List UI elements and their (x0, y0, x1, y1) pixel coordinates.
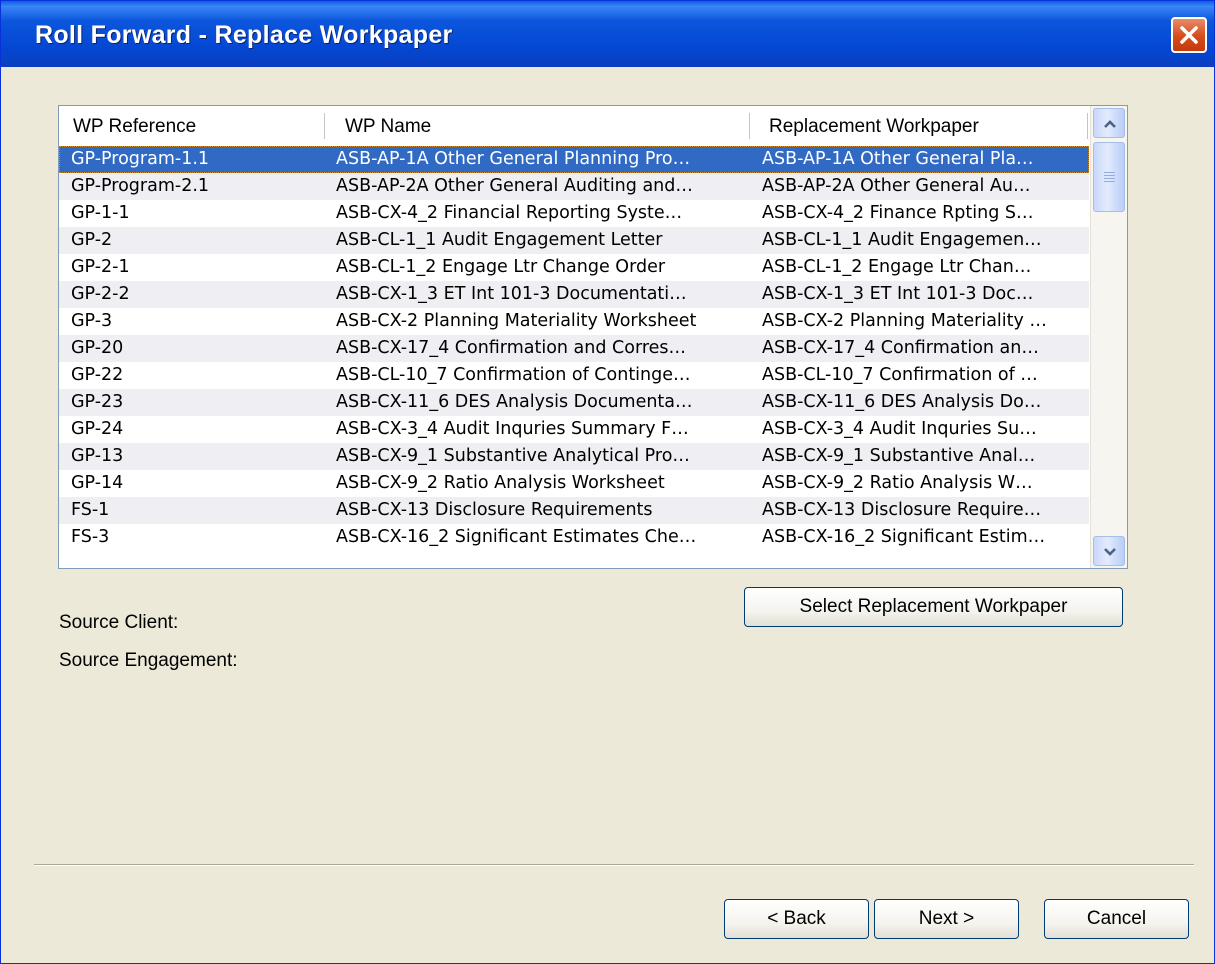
column-divider[interactable] (1087, 113, 1088, 139)
cell-replacement-workpaper: ASB-CX-1_3 ET Int 101-3 Doc… (762, 284, 1034, 304)
next-button[interactable]: Next > (874, 899, 1019, 939)
cell-wp-name: ASB-CX-16_2 Significant Estimates Che… (336, 527, 697, 547)
grip-line (1104, 178, 1115, 179)
dialog-window: Roll Forward - Replace Workpaper WP Refe… (0, 0, 1215, 964)
cell-wp-reference: GP-Program-1.1 (71, 149, 210, 169)
cell-replacement-workpaper: ASB-CL-10_7 Confirmation of … (762, 365, 1038, 385)
table-row[interactable]: GP-20 ASB-CX-17_4 Confirmation and Corre… (59, 335, 1089, 362)
cell-wp-reference: GP-22 (71, 365, 124, 385)
cell-wp-reference: GP-3 (71, 311, 113, 331)
cell-replacement-workpaper: ASB-CX-9_2 Ratio Analysis W… (762, 473, 1033, 493)
table-row[interactable]: GP-2 ASB-CL-1_1 Audit Engagement Letter … (59, 227, 1089, 254)
table-row[interactable]: GP-1-1 ASB-CX-4_2 Financial Reporting Sy… (59, 200, 1089, 227)
cell-wp-name: ASB-CX-3_4 Audit Inquries Summary F… (336, 419, 689, 439)
scroll-up-button[interactable] (1093, 108, 1125, 138)
table-row[interactable]: GP-Program-2.1 ASB-AP-2A Other General A… (59, 173, 1089, 200)
cell-wp-reference: GP-24 (71, 419, 124, 439)
cell-replacement-workpaper: ASB-CX-16_2 Significant Estim… (762, 527, 1046, 547)
scroll-down-button[interactable] (1093, 536, 1125, 566)
column-divider[interactable] (749, 113, 750, 139)
cell-wp-reference: GP-13 (71, 446, 124, 466)
column-header-wp-reference[interactable]: WP Reference (73, 106, 196, 146)
chevron-up-icon (1104, 120, 1116, 128)
back-button[interactable]: < Back (724, 899, 869, 939)
cell-replacement-workpaper: ASB-CX-13 Disclosure Require… (762, 500, 1042, 520)
cell-replacement-workpaper: ASB-CX-4_2 Finance Rpting S… (762, 203, 1034, 223)
cell-wp-name: ASB-CX-11_6 DES Analysis Documenta… (336, 392, 693, 412)
table-row[interactable]: GP-3 ASB-CX-2 Planning Materiality Works… (59, 308, 1089, 335)
cell-wp-reference: GP-2-2 (71, 284, 130, 304)
table-row[interactable]: GP-2-2 ASB-CX-1_3 ET Int 101-3 Documenta… (59, 281, 1089, 308)
title-bar[interactable]: Roll Forward - Replace Workpaper (1, 1, 1214, 67)
list-rows: GP-Program-1.1 ASB-AP-1A Other General P… (59, 146, 1089, 551)
cell-wp-name: ASB-CX-1_3 ET Int 101-3 Documentati… (336, 284, 687, 304)
close-icon (1180, 26, 1198, 44)
cell-wp-reference: GP-Program-2.1 (71, 176, 210, 196)
cell-replacement-workpaper: ASB-CL-1_1 Audit Engagemen… (762, 230, 1042, 250)
table-row[interactable]: GP-23 ASB-CX-11_6 DES Analysis Documenta… (59, 389, 1089, 416)
cell-wp-reference: GP-1-1 (71, 203, 130, 223)
cell-wp-name: ASB-CX-9_2 Ratio Analysis Worksheet (336, 473, 665, 493)
cell-wp-name: ASB-CX-2 Planning Materiality Worksheet (336, 311, 697, 331)
cell-replacement-workpaper: ASB-CX-2 Planning Materiality … (762, 311, 1047, 331)
chevron-down-icon (1104, 548, 1116, 556)
table-row[interactable]: FS-3 ASB-CX-16_2 Significant Estimates C… (59, 524, 1089, 551)
workpaper-list[interactable]: WP Reference WP Name Replacement Workpap… (58, 105, 1128, 569)
dialog-body: WP Reference WP Name Replacement Workpap… (8, 67, 1207, 957)
cell-replacement-workpaper: ASB-CX-9_1 Substantive Anal… (762, 446, 1036, 466)
table-row[interactable]: GP-22 ASB-CL-10_7 Confirmation of Contin… (59, 362, 1089, 389)
cell-wp-reference: GP-2 (71, 230, 113, 250)
table-row[interactable]: GP-24 ASB-CX-3_4 Audit Inquries Summary … (59, 416, 1089, 443)
list-header: WP Reference WP Name Replacement Workpap… (59, 106, 1089, 147)
cell-replacement-workpaper: ASB-AP-2A Other General Au… (762, 176, 1031, 196)
cancel-button[interactable]: Cancel (1044, 899, 1189, 939)
cell-replacement-workpaper: ASB-CX-17_4 Confirmation an… (762, 338, 1039, 358)
cell-wp-name: ASB-CX-9_1 Substantive Analytical Pro… (336, 446, 690, 466)
cell-replacement-workpaper: ASB-CL-1_2 Engage Ltr Chan… (762, 257, 1032, 277)
cell-wp-reference: GP-2-1 (71, 257, 130, 277)
cell-wp-name: ASB-CL-10_7 Confirmation of Continge… (336, 365, 691, 385)
grip-line (1104, 181, 1115, 182)
close-button[interactable] (1171, 17, 1207, 53)
column-header-replacement-workpaper[interactable]: Replacement Workpaper (769, 106, 979, 146)
table-row[interactable]: GP-13 ASB-CX-9_1 Substantive Analytical … (59, 443, 1089, 470)
cell-wp-name: ASB-AP-1A Other General Planning Pro… (336, 149, 691, 169)
grip-line (1104, 172, 1115, 173)
cell-wp-name: ASB-CX-17_4 Confirmation and Corres… (336, 338, 687, 358)
table-row[interactable]: GP-Program-1.1 ASB-AP-1A Other General P… (59, 146, 1089, 173)
source-engagement-label: Source Engagement: (59, 650, 238, 671)
grip-line (1104, 175, 1115, 176)
cell-wp-reference: GP-20 (71, 338, 124, 358)
cell-wp-name: ASB-AP-2A Other General Auditing and… (336, 176, 693, 196)
cell-replacement-workpaper: ASB-CX-3_4 Audit Inquries Su… (762, 419, 1037, 439)
cell-wp-reference: GP-14 (71, 473, 124, 493)
cell-replacement-workpaper: ASB-CX-11_6 DES Analysis Do… (762, 392, 1042, 412)
cell-replacement-workpaper: ASB-AP-1A Other General Pla… (762, 149, 1034, 169)
select-replacement-workpaper-button[interactable]: Select Replacement Workpaper (744, 587, 1123, 627)
column-divider[interactable] (324, 113, 325, 139)
cell-wp-name: ASB-CX-13 Disclosure Requirements (336, 500, 653, 520)
cell-wp-reference: GP-23 (71, 392, 124, 412)
table-row[interactable]: FS-1 ASB-CX-13 Disclosure Requirements A… (59, 497, 1089, 524)
source-client-label: Source Client: (59, 612, 179, 633)
table-row[interactable]: GP-14 ASB-CX-9_2 Ratio Analysis Workshee… (59, 470, 1089, 497)
cell-wp-name: ASB-CX-4_2 Financial Reporting Syste… (336, 203, 683, 223)
scroll-thumb[interactable] (1093, 142, 1125, 212)
separator-highlight (34, 865, 1194, 866)
cell-wp-name: ASB-CL-1_1 Audit Engagement Letter (336, 230, 663, 250)
vertical-scrollbar[interactable] (1090, 106, 1127, 568)
cell-wp-reference: FS-3 (71, 527, 110, 547)
cell-wp-reference: FS-1 (71, 500, 110, 520)
cell-wp-name: ASB-CL-1_2 Engage Ltr Change Order (336, 257, 666, 277)
table-row[interactable]: GP-2-1 ASB-CL-1_2 Engage Ltr Change Orde… (59, 254, 1089, 281)
window-title: Roll Forward - Replace Workpaper (35, 21, 453, 49)
column-header-wp-name[interactable]: WP Name (345, 106, 431, 146)
